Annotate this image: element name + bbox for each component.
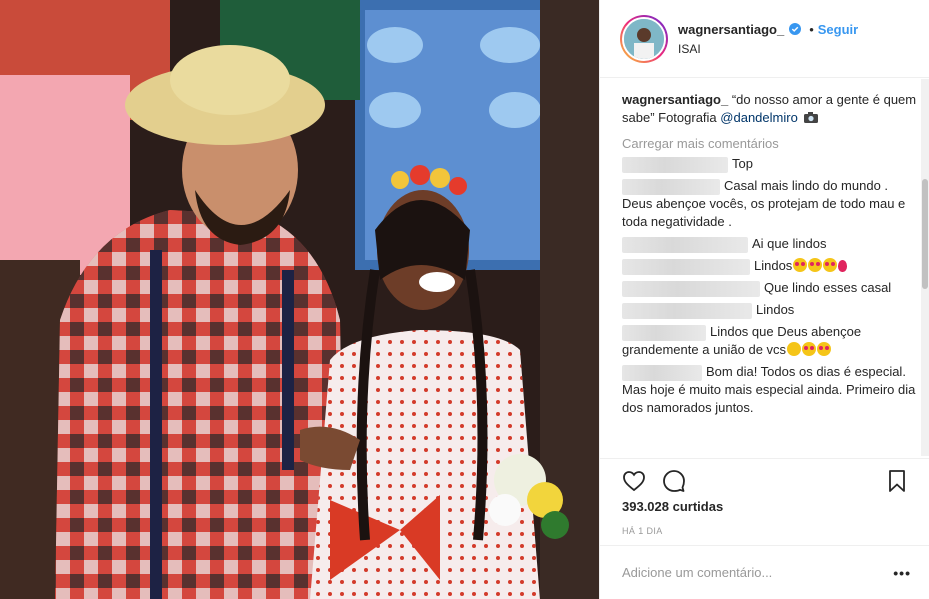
- smiling-emoji-icon: [787, 342, 802, 356]
- blurred-username: [622, 178, 720, 195]
- avatar-photo-icon: [624, 18, 664, 59]
- comment-item: Ai que lindos: [622, 235, 917, 253]
- post-photo[interactable]: [0, 0, 599, 599]
- verified-icon: [789, 23, 802, 35]
- blurred-username: [622, 236, 748, 253]
- blurred-username: [622, 364, 702, 381]
- comments-list[interactable]: wagnersantiago_ “do nosso amor a gente é…: [600, 79, 929, 456]
- bookmark-icon[interactable]: [885, 469, 909, 493]
- likes-count[interactable]: 393.028 curtidas: [622, 499, 723, 514]
- username-row: wagnersantiago_ • Seguir: [678, 22, 858, 37]
- heart-eyes-emoji-icon: [823, 258, 838, 272]
- heart-eyes-emoji-icon: [817, 342, 832, 356]
- comment-item: Lindos que Deus abençoe grandemente a un…: [622, 323, 917, 359]
- comment-item: Que lindo esses casal: [622, 279, 917, 297]
- blurred-username: [622, 280, 760, 297]
- post-timestamp[interactable]: HÁ 1 DIA: [622, 526, 663, 536]
- comment-item: Lindos: [622, 301, 917, 319]
- load-more-comments[interactable]: Carregar mais comentários: [622, 136, 917, 151]
- balloon-emoji-icon: [838, 260, 848, 272]
- follow-button[interactable]: Seguir: [818, 22, 858, 37]
- caption-username[interactable]: wagnersantiago_: [622, 92, 728, 107]
- avatar[interactable]: [620, 14, 668, 63]
- instagram-post: wagnersantiago_ • Seguir ISAI wagnersant…: [0, 0, 929, 599]
- more-options-button[interactable]: •••: [893, 565, 911, 581]
- blurred-username: [622, 156, 728, 173]
- location-link[interactable]: ISAI: [678, 42, 858, 56]
- avatar-image: [622, 16, 666, 61]
- comment-item: Lindos: [622, 257, 917, 275]
- add-comment-bar: •••: [600, 545, 929, 599]
- heart-eyes-emoji-icon: [793, 258, 808, 272]
- comment-item: Bom dia! Todos os dias é especial. Mas h…: [622, 363, 917, 417]
- comments-scrollbar[interactable]: [921, 79, 929, 456]
- comment-item: Casal mais lindo do mundo . Deus abençoe…: [622, 177, 917, 231]
- comment-text: Lindos: [756, 302, 795, 317]
- comment-item: Top: [622, 155, 917, 173]
- comment-text: Lindos: [754, 258, 793, 273]
- post-sidebar: wagnersantiago_ • Seguir ISAI wagnersant…: [599, 0, 929, 599]
- header-info: wagnersantiago_ • Seguir ISAI: [678, 22, 858, 56]
- post-header: wagnersantiago_ • Seguir ISAI: [600, 0, 929, 78]
- heart-eyes-emoji-icon: [808, 258, 823, 272]
- comment-input[interactable]: [622, 565, 894, 580]
- action-bar: [600, 458, 929, 494]
- caption-mention[interactable]: @dandelmiro: [720, 110, 798, 125]
- comment-text: Top: [732, 156, 753, 171]
- username[interactable]: wagnersantiago_: [678, 22, 784, 37]
- heart-eyes-emoji-icon: [802, 342, 817, 356]
- heart-icon[interactable]: [622, 469, 646, 493]
- camera-emoji-icon: [804, 112, 819, 123]
- caption: wagnersantiago_ “do nosso amor a gente é…: [622, 91, 917, 127]
- blurred-username: [622, 302, 752, 319]
- scrollbar-thumb[interactable]: [922, 179, 928, 289]
- blurred-username: [622, 258, 750, 275]
- comment-text: Ai que lindos: [752, 236, 827, 251]
- post-image: [0, 0, 599, 599]
- comment-text: Que lindo esses casal: [764, 280, 892, 295]
- separator-dot: •: [809, 21, 814, 37]
- comment-icon[interactable]: [662, 469, 686, 493]
- blurred-username: [622, 324, 706, 341]
